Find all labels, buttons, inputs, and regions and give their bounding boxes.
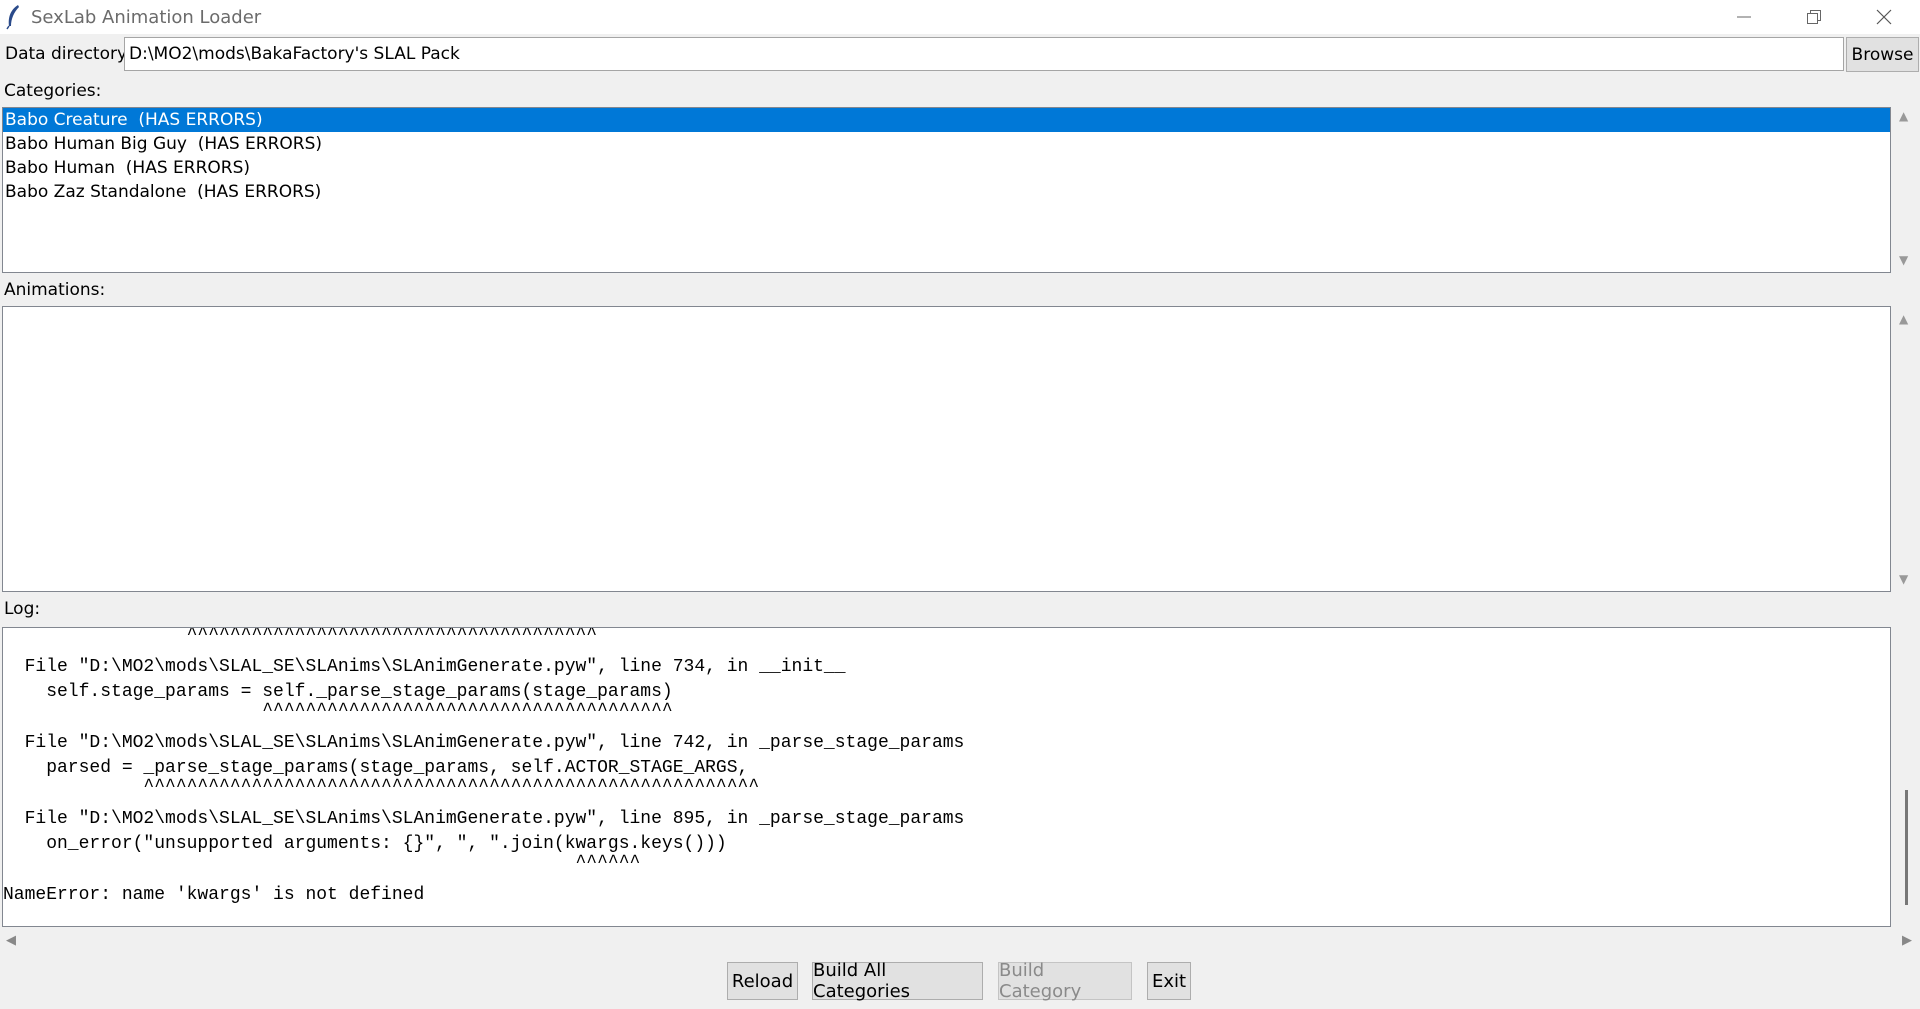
log-line: parsed = _parse_stage_params(stage_param… <box>3 758 749 778</box>
category-item[interactable]: Babo Zaz Standalone (HAS ERRORS) <box>3 180 1890 204</box>
log-textbox[interactable]: ^^^^^^^^^^^^^^^^^^^^^^^^^^^^^^^^^^^^^^ F… <box>2 627 1891 927</box>
log-line: ^^^^^^^^^^^^^^^^^^^^^^^^^^^^^^^^^^^^^^ <box>3 627 598 645</box>
animations-listbox[interactable] <box>2 306 1891 592</box>
scroll-up-icon[interactable]: ▲ <box>1899 109 1908 123</box>
category-item[interactable]: Babo Human Big Guy (HAS ERRORS) <box>3 132 1890 156</box>
log-line: ^^^^^^^^^^^^^^^^^^^^^^^^^^^^^^^^^^^^^^ <box>3 701 673 721</box>
log-line: ^^^^^^^^^^^^^^^^^^^^^^^^^^^^^^^^^^^^^^^^… <box>3 777 760 797</box>
data-directory-label: Data directory: <box>5 44 132 64</box>
restore-button[interactable] <box>1779 0 1849 34</box>
scroll-down-icon[interactable]: ▼ <box>1899 572 1908 586</box>
browse-button[interactable]: Browse <box>1846 37 1919 72</box>
log-line: NameError: name 'kwargs' is not defined <box>3 885 425 905</box>
data-directory-input[interactable]: D:\MO2\mods\BakaFactory's SLAL Pack <box>124 37 1844 71</box>
scroll-down-icon[interactable]: ▼ <box>1899 253 1908 267</box>
scroll-left-icon[interactable]: ◀ <box>6 933 16 948</box>
animations-scrollbar[interactable]: ▲ ▼ <box>1893 306 1918 592</box>
reload-button[interactable]: Reload <box>727 962 798 1000</box>
exit-button[interactable]: Exit <box>1147 962 1191 1000</box>
scroll-right-icon[interactable]: ▶ <box>1902 933 1912 948</box>
scroll-up-icon[interactable]: ▲ <box>1899 312 1908 326</box>
restore-icon <box>1807 10 1821 24</box>
categories-scrollbar[interactable]: ▲ ▼ <box>1893 107 1918 273</box>
minimize-button[interactable] <box>1709 0 1779 34</box>
minimize-icon <box>1737 16 1751 18</box>
log-line: ^^^^^^ <box>3 853 641 873</box>
category-item[interactable]: Babo Creature (HAS ERRORS) <box>3 108 1890 132</box>
close-button[interactable] <box>1849 0 1919 34</box>
feather-icon <box>6 5 19 30</box>
log-label: Log: <box>4 599 41 619</box>
close-icon <box>1876 9 1892 25</box>
animations-label: Animations: <box>4 280 106 300</box>
build-all-categories-button[interactable]: Build All Categories <box>812 960 983 1002</box>
title-bar: SexLab Animation Loader <box>0 0 1920 34</box>
log-line: File "D:\MO2\mods\SLAL_SE\SLAnims\SLAnim… <box>3 809 965 829</box>
categories-label: Categories: <box>4 81 102 101</box>
build-category-button[interactable]: Build Category <box>998 960 1132 1002</box>
category-item[interactable]: Babo Human (HAS ERRORS) <box>3 156 1890 180</box>
categories-listbox[interactable]: Babo Creature (HAS ERRORS) Babo Human Bi… <box>2 107 1891 273</box>
log-horizontal-scrollbar[interactable]: ◀ ▶ <box>2 930 1918 954</box>
log-line: File "D:\MO2\mods\SLAL_SE\SLAnims\SLAnim… <box>3 733 965 753</box>
log-line: self.stage_params = self._parse_stage_pa… <box>3 682 673 702</box>
log-scrollbar-thumb[interactable] <box>1905 790 1908 905</box>
log-line: File "D:\MO2\mods\SLAL_SE\SLAnims\SLAnim… <box>3 657 846 677</box>
window-title: SexLab Animation Loader <box>31 7 262 28</box>
log-line: on_error("unsupported arguments: {}", ",… <box>3 834 727 854</box>
